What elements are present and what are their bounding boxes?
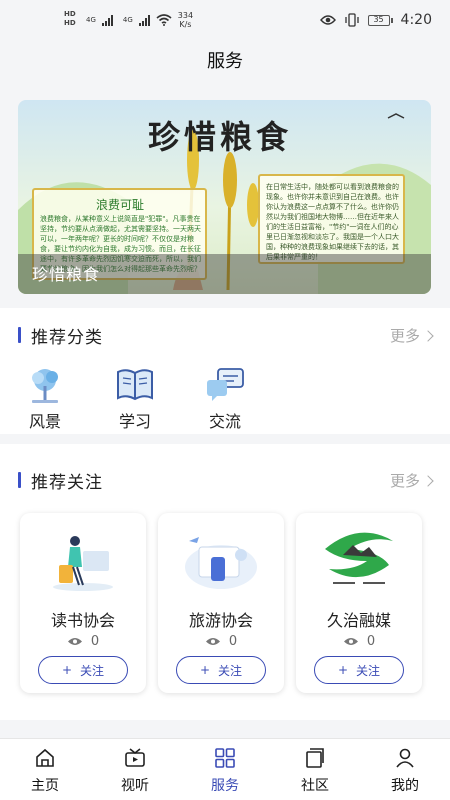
- follows-header: 推荐关注 更多: [0, 465, 450, 495]
- plus-icon: +: [337, 663, 349, 677]
- categories-section: 推荐分类 更多 风景 学习 交流: [0, 308, 450, 434]
- hd-top-label: HD: [64, 10, 76, 18]
- view-count-value: 0: [366, 634, 376, 649]
- view-count: 0: [20, 634, 146, 649]
- follow-name: 旅游协会: [188, 611, 253, 630]
- follow-card-reading-association[interactable]: 读书协会 0 + 关注: [20, 513, 146, 693]
- nav-community-label: 社区: [301, 778, 329, 794]
- book-icon: [117, 369, 153, 401]
- landscape-icon: [32, 369, 58, 403]
- category-landscape-label: 风景: [28, 412, 61, 431]
- follows-more-link[interactable]: 更多: [389, 470, 434, 491]
- wifi-icon: [156, 14, 172, 26]
- travel-illustration: [185, 537, 257, 589]
- banner-left-panel-title: 浪费可耻: [96, 198, 145, 212]
- banner-caption: 珍惜粮食: [32, 265, 101, 284]
- category-exchange[interactable]: 交流: [190, 366, 260, 432]
- follows-section: 推荐关注 更多 读书协会 0 + 关注 旅游协会 0 + 关注 久治融媒 0 +…: [0, 444, 450, 720]
- nav-community[interactable]: 社区: [270, 739, 360, 800]
- network-1-label: 4G: [86, 16, 96, 24]
- category-study[interactable]: 学习: [100, 366, 170, 432]
- network-2-label: 4G: [122, 16, 133, 24]
- profile-icon: [396, 748, 414, 768]
- nav-home[interactable]: 主页: [0, 739, 90, 800]
- follow-button[interactable]: + 关注: [176, 656, 266, 684]
- category-study-label: 学习: [118, 412, 151, 431]
- follows-title: 推荐关注: [31, 473, 103, 493]
- nav-service[interactable]: 服务: [180, 739, 270, 800]
- plus-icon: +: [61, 663, 73, 677]
- nav-service-label: 服务: [211, 778, 239, 794]
- eye-icon: [319, 15, 336, 25]
- status-bar: HD HD 4G 4G 334 K/s 35 4:20: [0, 0, 450, 40]
- eye-icon: [67, 638, 82, 645]
- speed-unit: K/s: [179, 20, 192, 29]
- follow-name: 久治融媒: [326, 611, 391, 630]
- page-title: 服务: [0, 40, 450, 84]
- jiuzhi-media-logo: [325, 532, 393, 584]
- battery-level: 35: [367, 14, 390, 26]
- view-count: 0: [296, 634, 422, 649]
- banner-right-panel: 在日常生活中，随处都可以看到浪费粮食的现象。也许你并未意识到自己在浪费。也许你认…: [258, 174, 405, 264]
- categories-row: 风景 学习 交流: [0, 366, 450, 432]
- follow-name: 读书协会: [50, 611, 115, 630]
- battery-icon: 35: [367, 14, 393, 26]
- nav-video[interactable]: 视听: [90, 739, 180, 800]
- banner-right-panel-text: 在日常生活中，随处都可以看到浪费粮食的现象。也许你并未意识到自己在浪费。也许你认…: [266, 183, 399, 261]
- grid-icon: [215, 748, 235, 768]
- chevron-right-icon: [422, 474, 434, 487]
- view-count-value: 0: [90, 634, 100, 649]
- bottom-navigation: 主页 视听 服务 社区 我的: [0, 738, 450, 800]
- nav-home-label: 主页: [31, 778, 59, 794]
- signal-2-icon: [138, 14, 150, 26]
- hd-indicator: HD HD: [64, 10, 76, 28]
- follow-button-label: 关注: [218, 663, 243, 678]
- follows-more-label: 更多: [389, 472, 420, 490]
- clock: 4:20: [400, 12, 432, 28]
- eye-icon: [343, 638, 358, 645]
- chevron-right-icon: [422, 329, 434, 342]
- community-icon: [306, 748, 324, 768]
- section-accent-bar: [18, 472, 21, 488]
- category-landscape[interactable]: 风景: [10, 366, 80, 432]
- follow-button-label: 关注: [356, 663, 381, 678]
- reading-illustration: [53, 536, 113, 591]
- follow-button[interactable]: + 关注: [38, 656, 128, 684]
- view-count-value: 0: [228, 634, 238, 649]
- plus-icon: +: [199, 663, 211, 677]
- banner-big-title: 珍惜粮食: [148, 118, 293, 156]
- follow-card-jiuzhi-media[interactable]: 久治融媒 0 + 关注: [296, 513, 422, 693]
- follow-button[interactable]: + 关注: [314, 656, 404, 684]
- video-icon: [125, 748, 145, 767]
- categories-more-link[interactable]: 更多: [389, 325, 434, 346]
- follow-card-travel-association[interactable]: 旅游协会 0 + 关注: [158, 513, 284, 693]
- categories-more-label: 更多: [389, 327, 420, 345]
- view-count: 0: [158, 634, 284, 649]
- network-speed: 334 K/s: [178, 11, 193, 29]
- categories-title: 推荐分类: [31, 328, 103, 348]
- vibrate-icon: [344, 13, 359, 27]
- nav-video-label: 视听: [121, 778, 149, 794]
- category-exchange-label: 交流: [208, 412, 241, 431]
- signal-1-icon: [101, 14, 113, 26]
- hd-bottom-label: HD: [64, 19, 76, 27]
- categories-header: 推荐分类 更多: [0, 320, 450, 350]
- chat-icon: [207, 368, 244, 401]
- section-accent-bar: [18, 327, 21, 343]
- eye-icon: [205, 638, 220, 645]
- home-icon: [36, 748, 54, 767]
- follow-button-label: 关注: [80, 663, 105, 678]
- follows-row: 读书协会 0 + 关注 旅游协会 0 + 关注 久治融媒 0 + 关注: [0, 513, 450, 699]
- nav-profile-label: 我的: [391, 778, 419, 794]
- nav-profile[interactable]: 我的: [360, 739, 450, 800]
- speed-value: 334: [177, 11, 194, 20]
- banner-carousel[interactable]: 珍惜粮食 浪费可耻 浪费粮食，从某种意义上说简直是"犯罪"。凡事贵在坚持，节约要…: [18, 100, 431, 294]
